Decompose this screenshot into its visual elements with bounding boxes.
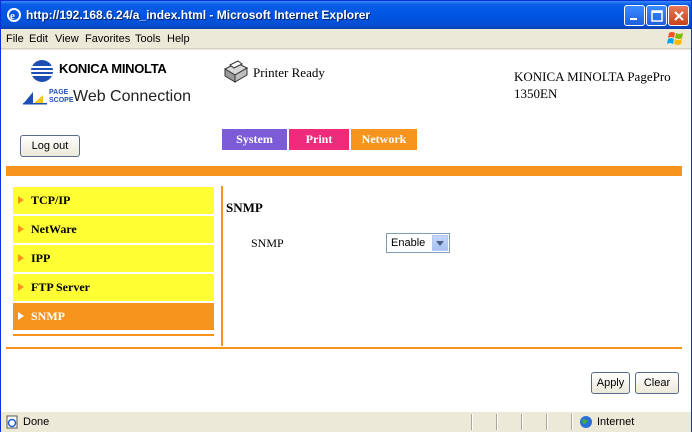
status-separator xyxy=(496,414,498,430)
sidebar-item-label: FTP Server xyxy=(31,280,90,294)
menu-tools[interactable]: Tools xyxy=(135,33,161,45)
browser-window: e http://192.168.6.24/a_index.html - Mic… xyxy=(0,0,692,432)
menu-bar: File Edit View Favorites Tools Help xyxy=(1,29,691,49)
apply-button[interactable]: Apply xyxy=(591,372,630,394)
sidebar-item-tcpip[interactable]: TCP/IP xyxy=(13,187,214,214)
arrow-right-icon xyxy=(18,283,24,291)
pagescope-logo-icon xyxy=(23,92,47,105)
page-content: KONICA MINOLTA PAGE SCOPE Web Connection… xyxy=(1,50,691,411)
chevron-down-icon[interactable] xyxy=(432,235,448,251)
menu-favorites[interactable]: Favorites xyxy=(85,33,130,45)
tab-print[interactable]: Print xyxy=(289,129,349,150)
printer-status: Printer Ready xyxy=(253,65,325,80)
svg-text:e: e xyxy=(10,10,15,22)
status-separator xyxy=(546,414,548,430)
windows-logo-icon xyxy=(667,32,683,45)
sidebar-item-label: SNMP xyxy=(31,309,65,323)
status-separator xyxy=(521,414,523,430)
printer-model: KONICA MINOLTA PagePro 1350EN xyxy=(514,69,671,101)
printer-icon xyxy=(223,60,249,83)
sidebar-bottom-line xyxy=(13,334,214,336)
page-done-icon xyxy=(6,415,18,429)
tab-system-label: System xyxy=(236,132,273,146)
arrow-right-icon xyxy=(18,225,24,233)
maximize-button[interactable] xyxy=(646,5,667,26)
status-bar: Done Internet xyxy=(1,411,691,432)
status-text: Done xyxy=(23,416,50,428)
sidebar-item-label: IPP xyxy=(31,251,51,265)
snmp-field-label: SNMP xyxy=(251,236,284,250)
menu-edit[interactable]: Edit xyxy=(29,33,48,45)
close-button[interactable] xyxy=(668,5,689,26)
tab-network-label: Network xyxy=(361,132,407,146)
menu-help[interactable]: Help xyxy=(167,33,190,45)
arrow-right-icon xyxy=(18,254,24,262)
snmp-select-value: Enable xyxy=(391,237,426,249)
title-bar[interactable]: e http://192.168.6.24/a_index.html - Mic… xyxy=(1,1,691,29)
header-divider-bar xyxy=(6,166,682,176)
arrow-right-icon xyxy=(18,312,24,320)
zone-text: Internet xyxy=(597,416,635,428)
close-icon xyxy=(674,11,684,21)
content-vertical-divider xyxy=(221,186,223,346)
sidebar-item-ftp-server[interactable]: FTP Server xyxy=(13,274,214,301)
brand-name: KONICA MINOLTA xyxy=(59,61,167,76)
konica-minolta-logo-icon xyxy=(31,60,53,82)
section-title: SNMP xyxy=(226,200,263,215)
clear-button[interactable]: Clear xyxy=(635,372,679,394)
minimize-icon xyxy=(630,18,637,20)
minimize-button[interactable] xyxy=(624,5,645,26)
status-separator xyxy=(471,414,473,430)
sidebar-item-label: TCP/IP xyxy=(31,193,71,207)
arrow-right-icon xyxy=(18,196,24,204)
web-connection-label: Web Connection xyxy=(73,88,191,105)
maximize-icon xyxy=(651,10,663,22)
sidebar-item-label: NetWare xyxy=(31,222,77,236)
content-horizontal-divider xyxy=(6,347,682,349)
globe-icon xyxy=(580,416,592,428)
sidebar-item-netware[interactable]: NetWare xyxy=(13,216,214,243)
sidebar-item-snmp[interactable]: SNMP xyxy=(13,303,214,330)
logout-button[interactable]: Log out xyxy=(20,135,80,157)
window-title: http://192.168.6.24/a_index.html - Micro… xyxy=(26,8,371,22)
menu-view[interactable]: View xyxy=(55,33,79,45)
ie-icon: e xyxy=(7,8,21,22)
sidebar-item-ipp[interactable]: IPP xyxy=(13,245,214,272)
tab-network[interactable]: Network xyxy=(351,129,417,150)
tab-print-label: Print xyxy=(305,132,333,146)
menu-file[interactable]: File xyxy=(6,33,24,45)
tab-system[interactable]: System xyxy=(222,129,287,150)
snmp-select[interactable]: Enable xyxy=(386,233,450,253)
status-separator xyxy=(571,414,573,430)
pagescope-wordmark: PAGE SCOPE xyxy=(49,89,74,104)
